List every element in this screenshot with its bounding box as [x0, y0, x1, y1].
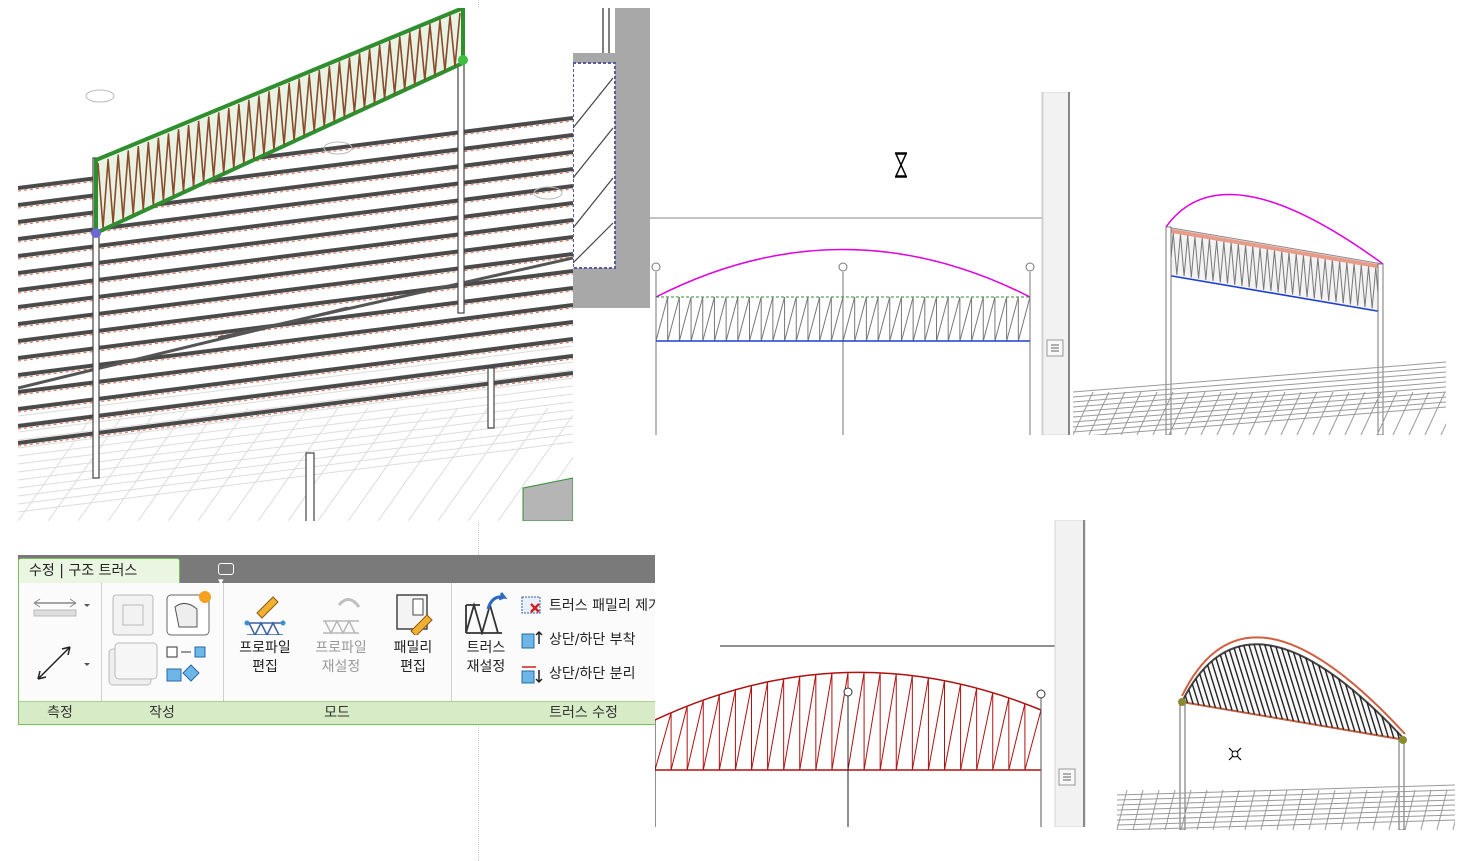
- edit-profile-icon: [244, 596, 286, 635]
- reset-truss-icon: [465, 592, 508, 635]
- remove-truss-family-label: 트러스 패밀리 제거: [549, 598, 661, 614]
- measure-ruler-icon: [33, 598, 90, 617]
- group-mode: 프로파일 편집 프로파일 재설정 패밀리 편집 모드: [223, 583, 452, 724]
- remove-truss-family-button[interactable]: 트러스 패밀리 제거: [521, 593, 661, 619]
- measure-along-element-button[interactable]: [27, 641, 93, 687]
- panel-toggle-dropdown-icon[interactable]: ▾: [218, 562, 242, 588]
- measure-between-references-button[interactable]: [27, 595, 93, 625]
- group-label-create: 작성: [101, 701, 223, 724]
- create-similar-icon[interactable]: [112, 594, 154, 636]
- elevation-strip-view[interactable]: [573, 8, 650, 308]
- elevation-view-arched-truss[interactable]: [655, 520, 1087, 827]
- attach-top-bottom-button[interactable]: 상단/하단 부착: [521, 627, 635, 653]
- group-measure: 측정: [19, 583, 102, 724]
- context-tab-modify-truss[interactable]: 수정 | 구조 트러스: [18, 558, 180, 583]
- ribbon-tab-bar: 수정 | 구조 트러스 ▾: [18, 555, 718, 588]
- 3d-view-selected-truss[interactable]: [18, 8, 573, 521]
- attach-top-bottom-label: 상단/하단 부착: [549, 632, 636, 648]
- edit-profile-button[interactable]: 프로파일 편집: [229, 591, 301, 677]
- group-create: 작성: [101, 583, 224, 724]
- create-assembly-icon[interactable]: [166, 646, 206, 682]
- edit-family-button[interactable]: 패밀리 편집: [381, 591, 445, 677]
- edit-profile-label-1: 프로파일: [239, 640, 291, 656]
- edit-family-label-1: 패밀리: [393, 640, 433, 656]
- reset-profile-icon: [323, 598, 361, 635]
- scroll-grip-icon-2[interactable]: [1058, 768, 1076, 786]
- group-label-measure: 측정: [19, 701, 101, 724]
- cursor-target-icon: [1227, 746, 1243, 762]
- detach-top-bottom-icon: [521, 666, 543, 684]
- reset-truss-label-1: 트러스: [466, 640, 506, 656]
- remove-truss-family-icon: [521, 596, 541, 614]
- group-label-mode: 모드: [223, 701, 451, 724]
- reset-truss-button[interactable]: 트러스 재설정: [457, 591, 515, 677]
- scroll-grip-icon[interactable]: [1046, 339, 1064, 357]
- create-group-icon[interactable]: [108, 642, 158, 686]
- elevation-view-profile[interactable]: [650, 92, 1070, 435]
- reset-profile-label-2: 재설정: [321, 659, 361, 675]
- ribbon-panel: 수정 | 구조 트러스 ▾ 측정 작성 프로파일 편집 프로파일 재설정 패밀리…: [18, 555, 718, 725]
- 3d-view-arched-truss[interactable]: [1087, 590, 1455, 830]
- create-part-icon[interactable]: [166, 591, 211, 636]
- edit-family-label-2: 편집: [400, 659, 426, 675]
- edit-family-icon: [396, 594, 433, 635]
- hourglass-icon: [894, 152, 908, 178]
- reset-profile-button[interactable]: 프로파일 재설정: [305, 591, 377, 677]
- 3d-view-truss-profile[interactable]: [1073, 92, 1446, 435]
- edit-profile-label-2: 편집: [252, 659, 278, 675]
- attach-top-bottom-icon: [521, 630, 543, 649]
- ribbon-body: 측정 작성 프로파일 편집 프로파일 재설정 패밀리 편집 모드 트러스 재설정…: [18, 583, 718, 725]
- measure-diagonal-icon: [37, 646, 90, 680]
- reset-profile-label-1: 프로파일: [315, 640, 367, 656]
- detach-top-bottom-button[interactable]: 상단/하단 분리: [521, 661, 635, 687]
- reset-truss-label-2: 재설정: [466, 659, 506, 675]
- detach-top-bottom-label: 상단/하단 분리: [549, 666, 636, 682]
